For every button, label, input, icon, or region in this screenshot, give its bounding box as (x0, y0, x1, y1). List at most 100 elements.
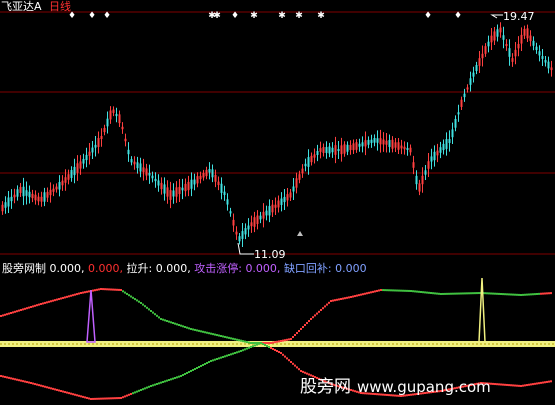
upper-indicator-dot (450, 292, 452, 295)
upper-indicator-dot (406, 289, 408, 292)
upper-indicator-dot (186, 326, 188, 329)
upper-indicator-dot (532, 293, 534, 296)
lower-indicator-dot (544, 381, 546, 384)
upper-indicator-dot (462, 292, 464, 295)
upper-indicator-dot (64, 296, 66, 299)
lower-indicator-dot (248, 346, 250, 349)
lower-indicator-dot (298, 368, 300, 371)
lower-indicator-dot (136, 390, 138, 393)
upper-indicator-dot (34, 304, 36, 307)
upper-indicator-dot (392, 289, 394, 292)
lower-indicator-dot (16, 378, 18, 381)
upper-indicator-dot (324, 305, 326, 308)
upper-indicator-dot (4, 313, 6, 316)
lower-indicator-dot (30, 382, 32, 384)
lower-indicator-dot (258, 342, 260, 345)
upper-indicator-dot (376, 289, 378, 292)
lower-indicator-dot (2, 375, 4, 378)
lower-indicator-dot (182, 374, 184, 376)
upper-indicator-dot (474, 292, 476, 295)
upper-indicator-dot (350, 296, 352, 298)
upper-indicator-dot (66, 295, 68, 298)
lower-indicator-dot (216, 358, 218, 360)
upper-indicator-dot (332, 299, 334, 302)
upper-indicator-dot (104, 288, 106, 291)
upper-indicator-dot (152, 311, 154, 314)
lower-indicator-dot (180, 375, 182, 377)
lower-indicator-dot (260, 342, 262, 344)
upper-indicator-dot (452, 292, 454, 295)
upper-indicator-dot (160, 318, 162, 320)
lower-indicator-dot (542, 381, 544, 384)
upper-indicator-dot (454, 292, 456, 295)
lower-indicator-dot (76, 394, 78, 397)
upper-indicator-dot (196, 329, 198, 332)
high-price-label: 19.47 (503, 10, 535, 23)
upper-indicator-dot (268, 342, 270, 344)
lower-indicator-dot (176, 376, 178, 379)
lower-indicator-dot (28, 381, 30, 384)
upper-indicator-dot (550, 292, 552, 295)
indicator-value-2: 0.000, (88, 262, 123, 275)
upper-indicator-dot (146, 306, 148, 309)
indicator-name[interactable]: 股旁网制 (2, 262, 46, 275)
upper-indicator-dot (46, 301, 48, 304)
upper-indicator-dot (244, 340, 246, 343)
upper-indicator-dot (30, 306, 32, 308)
lower-indicator-dot (274, 349, 276, 351)
lower-indicator-dot (540, 381, 542, 384)
upper-indicator-dot (284, 339, 286, 342)
lower-indicator-dot (156, 383, 158, 385)
upper-indicator-dot (94, 289, 96, 292)
upper-indicator-dot (434, 292, 436, 295)
lower-indicator-dot (524, 384, 526, 387)
lower-indicator-dot (268, 346, 270, 348)
upper-indicator-dot (296, 332, 298, 334)
lower-indicator-dot (214, 358, 216, 361)
upper-indicator-dot (144, 305, 146, 308)
upper-indicator-dot (218, 334, 220, 337)
chart-header: 飞亚达A 日线 (1, 1, 71, 13)
upper-indicator-dot (518, 293, 520, 296)
chart-window: ♦ ♦ ♦ ✱ ✱ ♦ ✱ ✱ ✱ ✱ ♦ ♦ 飞亚达A 日线 19.47 11.09 股旁网制 0.… (0, 0, 555, 405)
lower-indicator-dot (122, 396, 124, 399)
stock-name: 飞亚达A (1, 0, 42, 13)
lower-indicator-dot (548, 380, 550, 383)
upper-indicator-dot (74, 293, 76, 296)
upper-indicator-dot (142, 303, 144, 306)
upper-indicator-dot (168, 320, 170, 323)
indicator-chart[interactable] (0, 0, 555, 405)
upper-indicator-dot (516, 293, 518, 296)
lower-indicator-dot (218, 357, 220, 360)
upper-indicator-dot (378, 289, 380, 292)
lower-indicator-dot (72, 393, 74, 396)
upper-indicator-dot (36, 304, 38, 307)
upper-indicator-dot (242, 340, 244, 343)
upper-indicator-dot (28, 306, 30, 309)
lower-indicator-dot (224, 355, 226, 358)
upper-indicator-dot (508, 293, 510, 296)
lower-indicator-dot (134, 391, 136, 394)
upper-indicator-dot (484, 292, 486, 295)
lower-indicator-dot (104, 397, 106, 400)
upper-indicator-dot (398, 289, 400, 292)
lower-indicator-dot (114, 397, 116, 400)
lower-indicator-dot (60, 390, 62, 392)
upper-indicator-dot (422, 291, 424, 294)
upper-indicator-dot (216, 334, 218, 337)
lower-indicator-dot (166, 379, 168, 382)
lower-indicator-dot (46, 386, 48, 389)
lower-indicator-dot (290, 361, 292, 363)
upper-indicator-dot (40, 303, 42, 305)
upper-indicator-dot (318, 310, 320, 313)
upper-indicator-dot (246, 341, 248, 344)
upper-indicator-dot (174, 322, 176, 325)
upper-indicator-dot (208, 332, 210, 335)
lower-indicator-dot (538, 382, 540, 385)
lower-indicator-dot (98, 397, 100, 400)
upper-indicator-dot (314, 314, 316, 317)
lower-indicator-dot (494, 383, 496, 386)
upper-indicator-dot (204, 331, 206, 334)
lower-indicator-dot (96, 397, 98, 400)
lower-indicator-dot (164, 380, 166, 383)
